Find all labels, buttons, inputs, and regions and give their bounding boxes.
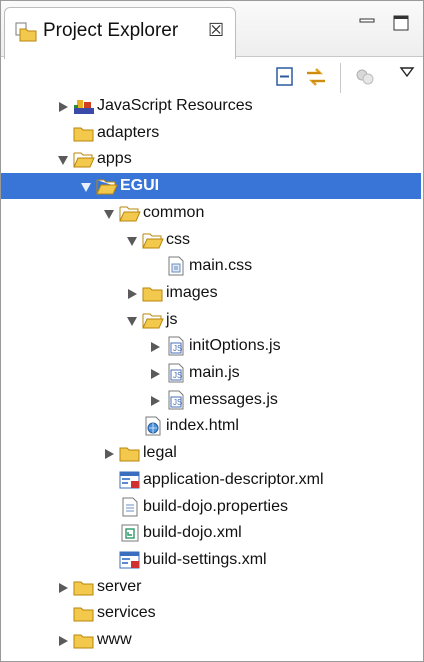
tree-row[interactable]: build-dojo.xml [1,520,421,546]
js-file-icon: JS [165,363,187,383]
tree-item-label: css [166,230,190,248]
collapsed-arrow-icon[interactable] [57,100,69,112]
tree-row[interactable]: images [1,280,421,306]
maximize-icon[interactable] [391,13,411,33]
folder-open-icon [142,230,164,250]
tree-item-label: build-dojo.xml [143,524,242,542]
tree-row[interactable]: apps [1,146,421,172]
filter-icon[interactable] [353,65,377,89]
svg-text:JS: JS [173,398,182,407]
collapsed-arrow-icon[interactable] [57,581,69,593]
folder-icon [119,443,141,463]
tree-item-label: services [97,604,156,622]
tree-item-label: messages.js [189,390,278,408]
link-with-editor-icon[interactable] [304,65,328,89]
tree-item-label: adapters [97,123,160,141]
collapse-all-icon[interactable] [273,65,297,89]
folder-icon [73,630,95,650]
tree-item-label: common [143,203,205,221]
collapsed-arrow-icon[interactable] [103,447,115,460]
tree-row[interactable]: adapters [1,120,421,146]
expanded-arrow-icon[interactable] [80,180,92,193]
tree-item-label: JavaScript Resources [97,97,253,114]
folder-icon [73,577,95,597]
close-tab-icon[interactable]: ☒ [208,20,224,41]
tree-row[interactable]: build-dojo.properties [1,494,421,520]
tree-row[interactable]: EGUI [1,173,421,200]
expanded-arrow-icon[interactable] [57,153,69,166]
tree-item-label: index.html [166,417,239,435]
folder-open-icon [142,310,164,330]
view-title: Project Explorer [43,20,179,41]
folder-open-icon [119,203,141,223]
tree-row[interactable]: application-descriptor.xml [1,467,421,493]
tree-row[interactable]: legal [1,440,421,466]
folder-icon [73,603,95,623]
css-file-icon [165,256,187,276]
tree-row[interactable]: common [1,200,421,226]
view-header: Project Explorer ☒ [1,1,423,61]
tree-item-label: build-dojo.properties [143,497,288,515]
tree-row[interactable]: JS main.js [1,360,421,386]
expanded-arrow-icon[interactable] [126,314,138,326]
project-explorer-view: Project Explorer ☒ JavaScript Resources … [0,0,424,662]
tree-item-label: build-settings.xml [143,550,267,568]
tree-row[interactable]: build-settings.xml [1,547,421,573]
tree-item-label: legal [143,444,177,462]
tree-row[interactable]: server [1,574,421,600]
tree-row[interactable]: css [1,227,421,253]
folder-icon [142,283,164,303]
svg-text:JS: JS [173,371,182,380]
folder-open-icon [96,176,118,196]
js-file-icon: JS [165,336,187,356]
properties-file-icon [119,497,141,517]
project-explorer-tab[interactable]: Project Explorer ☒ [4,7,236,59]
js-file-icon: JS [165,390,187,410]
tree-item-label: main.css [189,257,253,275]
application-xml-icon [119,470,141,490]
svg-text:JS: JS [173,344,182,353]
collapsed-arrow-icon[interactable] [126,287,138,299]
folder-open-icon [73,149,95,169]
javascript-resources-icon [73,96,95,116]
tree-row[interactable]: index.html [1,413,421,439]
tree-item-label: application-descriptor.xml [143,470,324,488]
ant-xml-file-icon [119,523,141,543]
tree-item-label: www [97,631,132,648]
tree-row[interactable]: JS messages.js [1,387,421,413]
project-explorer-icon [15,22,37,42]
tree-row[interactable]: www [1,627,421,653]
html-file-icon [142,416,164,436]
collapsed-arrow-icon[interactable] [149,340,161,353]
collapsed-arrow-icon[interactable] [149,367,161,379]
minimize-icon[interactable] [357,13,377,33]
tree-item-label: apps [97,150,132,168]
collapsed-arrow-icon[interactable] [57,634,69,646]
tree-item-label: js [166,310,178,328]
tree-row[interactable]: JS initOptions.js [1,333,421,359]
tree-item-label: images [166,283,218,301]
folder-icon [73,123,95,143]
tree-row[interactable]: main.css [1,253,421,279]
tree-row[interactable]: services [1,600,421,626]
collapsed-arrow-icon[interactable] [149,394,161,406]
tree-row[interactable]: JavaScript Resources [1,93,421,119]
tree-item-label: initOptions.js [189,337,281,355]
tree-row[interactable]: js [1,307,421,333]
application-xml-icon [119,550,141,570]
expanded-arrow-icon[interactable] [103,207,115,219]
expanded-arrow-icon[interactable] [126,234,138,246]
toolbar-separator [340,63,341,93]
view-menu-icon[interactable] [399,65,415,78]
tree-item-label: EGUI [120,177,160,195]
tree-item-label: main.js [189,364,240,381]
tree-item-label: server [97,577,142,595]
